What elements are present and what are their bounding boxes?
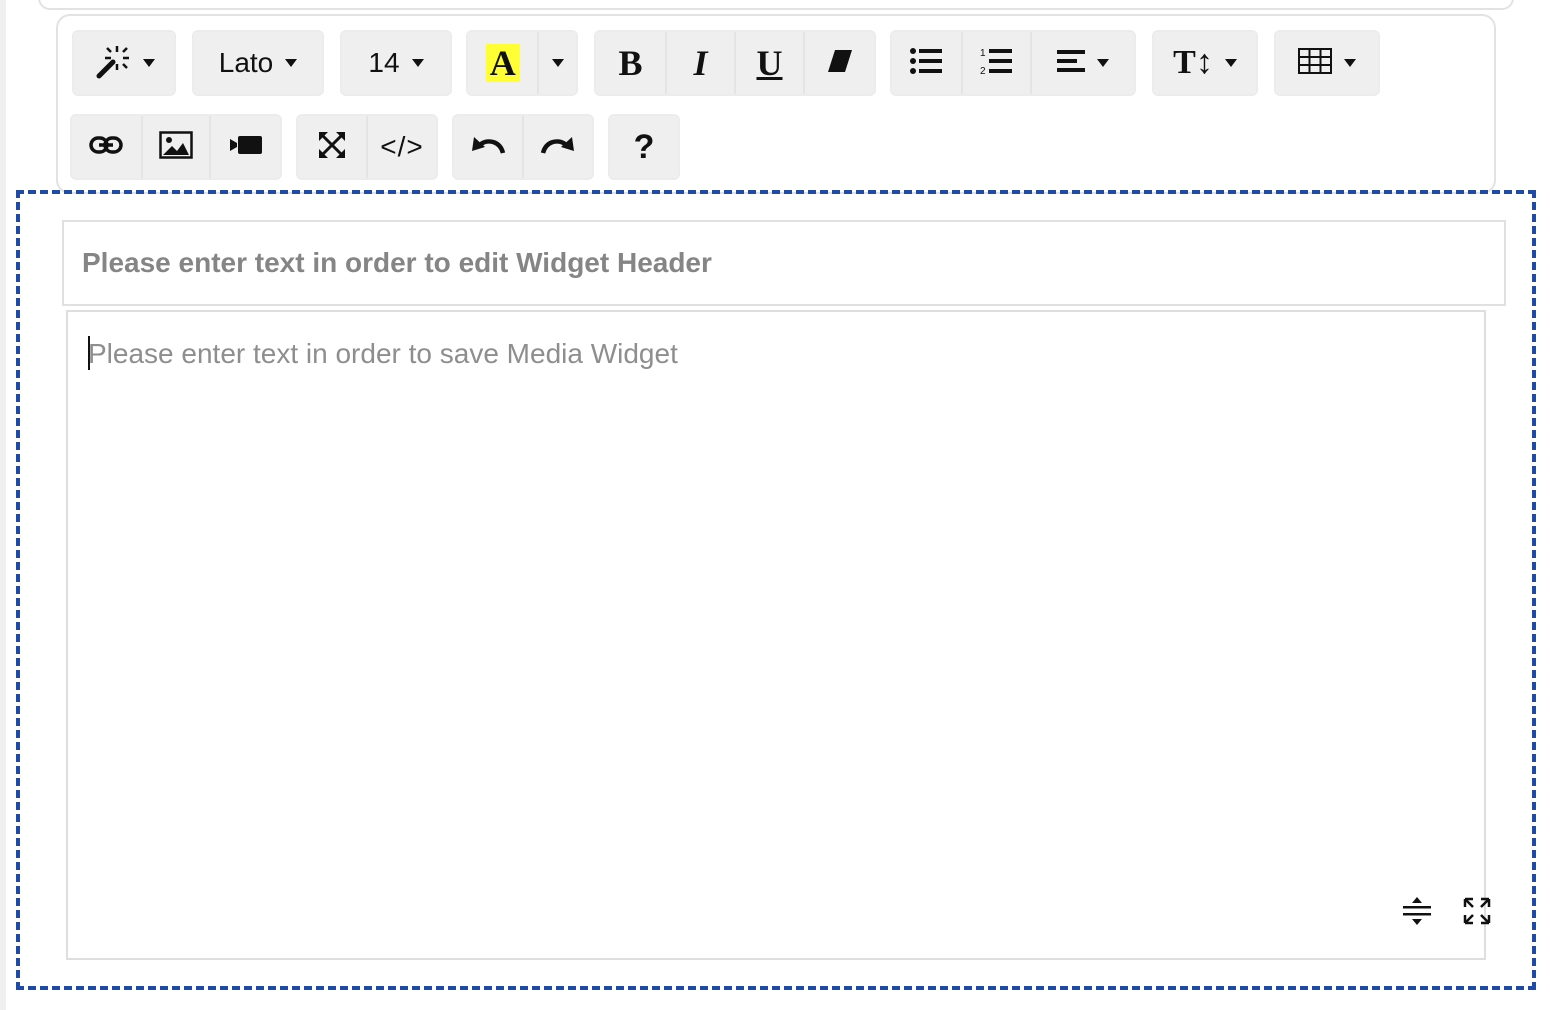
paragraph-group: 1 2 bbox=[890, 30, 1136, 96]
font-size-value: 14 bbox=[368, 47, 400, 78]
help-group: ? bbox=[608, 114, 680, 180]
font-family-group: Lato bbox=[192, 30, 324, 96]
color-dropdown-button[interactable] bbox=[537, 32, 576, 94]
ordered-list-button[interactable]: 1 2 bbox=[960, 32, 1030, 94]
highlight-a-icon: A bbox=[485, 44, 520, 82]
redo-icon bbox=[540, 133, 576, 162]
view-group: </> bbox=[296, 114, 438, 180]
italic-button[interactable]: I bbox=[664, 32, 734, 94]
bold-button[interactable]: B bbox=[596, 32, 665, 94]
insert-group bbox=[70, 114, 282, 180]
insert-video-button[interactable] bbox=[209, 116, 280, 178]
widget-header-input[interactable] bbox=[62, 220, 1506, 306]
fullscreen-button[interactable] bbox=[298, 116, 366, 178]
magic-wand-icon bbox=[93, 42, 131, 85]
font-family-dropdown[interactable]: Lato bbox=[194, 32, 322, 94]
previous-panel-edge bbox=[38, 0, 1514, 10]
fullscreen-icon bbox=[317, 130, 347, 165]
text-cursor bbox=[88, 336, 90, 370]
italic-icon: I bbox=[693, 43, 708, 83]
chevron-down-icon bbox=[1224, 59, 1237, 67]
unordered-list-icon bbox=[910, 47, 943, 80]
bold-icon: B bbox=[618, 43, 643, 83]
text-height-icon: T↕ bbox=[1173, 44, 1213, 81]
font-size-group: 14 bbox=[340, 30, 452, 96]
style-group bbox=[72, 30, 176, 96]
insert-picture-button[interactable] bbox=[140, 116, 210, 178]
chevron-down-icon bbox=[411, 59, 424, 67]
ordered-list-icon: 1 2 bbox=[980, 46, 1013, 81]
video-icon bbox=[229, 135, 262, 160]
page-left-edge bbox=[0, 0, 6, 1010]
align-left-icon bbox=[1056, 49, 1085, 78]
highlight-color-button[interactable]: A bbox=[468, 32, 538, 94]
font-style-group: B I U bbox=[594, 30, 876, 96]
expand-icon[interactable] bbox=[1460, 894, 1494, 928]
undo-button[interactable] bbox=[454, 116, 522, 178]
line-height-group: T↕ bbox=[1152, 30, 1258, 96]
font-size-dropdown[interactable]: 14 bbox=[342, 32, 450, 94]
underline-button[interactable]: U bbox=[734, 32, 804, 94]
help-icon: ? bbox=[633, 127, 655, 166]
redo-button[interactable] bbox=[522, 116, 592, 178]
picture-icon bbox=[159, 130, 193, 164]
chevron-down-icon bbox=[551, 59, 564, 67]
link-icon bbox=[89, 135, 124, 160]
help-button[interactable]: ? bbox=[610, 116, 678, 178]
chevron-down-icon bbox=[1344, 59, 1356, 67]
clear-format-button[interactable] bbox=[803, 32, 874, 94]
media-widget-body-editor[interactable]: Please enter text in order to save Media… bbox=[66, 310, 1486, 960]
color-group: A bbox=[466, 30, 578, 96]
svg-text:2: 2 bbox=[980, 66, 986, 76]
align-dropdown-button[interactable] bbox=[1029, 32, 1134, 94]
chevron-down-icon bbox=[143, 59, 155, 67]
table-group bbox=[1274, 30, 1380, 96]
history-group bbox=[452, 114, 594, 180]
svg-text:1: 1 bbox=[980, 48, 986, 59]
resize-handle-icon[interactable] bbox=[1400, 894, 1434, 928]
magic-style-button[interactable] bbox=[74, 32, 174, 94]
table-dropdown[interactable] bbox=[1276, 32, 1378, 94]
line-height-dropdown[interactable]: T↕ bbox=[1154, 32, 1256, 94]
undo-icon bbox=[470, 133, 506, 162]
unordered-list-button[interactable] bbox=[892, 32, 961, 94]
code-view-icon: </> bbox=[380, 131, 424, 162]
eraser-icon bbox=[826, 48, 854, 79]
font-family-value: Lato bbox=[218, 47, 274, 78]
chevron-down-icon bbox=[1096, 59, 1109, 67]
table-icon bbox=[1298, 47, 1332, 79]
chevron-down-icon bbox=[285, 59, 298, 67]
underline-icon: U bbox=[756, 43, 783, 83]
insert-link-button[interactable] bbox=[72, 116, 141, 178]
code-view-button[interactable]: </> bbox=[366, 116, 436, 178]
body-placeholder-text: Please enter text in order to save Media… bbox=[88, 338, 678, 369]
